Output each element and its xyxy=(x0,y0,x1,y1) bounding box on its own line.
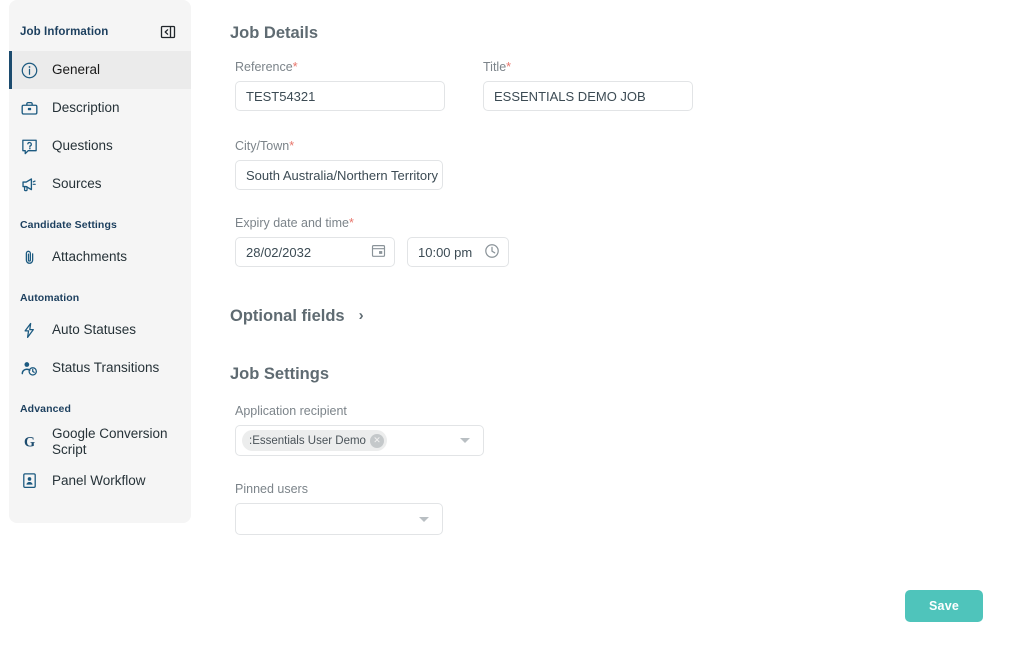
sidebar-item-label: General xyxy=(52,62,101,78)
question-box-icon xyxy=(20,137,46,156)
expiry-row: 28/02/2032 10:00 pm xyxy=(235,237,535,267)
sidebar-item-label: Description xyxy=(52,100,120,116)
sidebar-group-label: Candidate Settings xyxy=(20,219,117,231)
optional-fields-label: Optional fields xyxy=(230,307,345,325)
expiry-time-input[interactable]: 10:00 pm xyxy=(407,237,509,267)
sidebar-item-label: Status Transitions xyxy=(52,360,160,376)
job-details-heading: Job Details xyxy=(230,24,319,42)
sidebar-item-sources[interactable]: Sources xyxy=(9,165,191,203)
main-content: Job Details Reference* TEST54321 Title* … xyxy=(230,0,1024,647)
google-g-icon: G xyxy=(20,432,46,451)
pinned-users-select[interactable] xyxy=(235,503,443,535)
caret-down-icon[interactable] xyxy=(460,438,470,443)
city-town-input[interactable]: South Australia/Northern Territory xyxy=(235,160,443,190)
sidebar-group-automation: Automation Auto Statuses Status Transiti… xyxy=(9,276,191,387)
sidebar-title: Job Information xyxy=(20,26,109,38)
chevron-right-icon[interactable]: › xyxy=(359,308,364,323)
required-marker: * xyxy=(506,60,512,74)
megaphone-icon xyxy=(20,175,46,194)
application-recipient-select[interactable]: :Essentials User Demo ✕ xyxy=(235,425,484,456)
sidebar-item-auto-statuses[interactable]: Auto Statuses xyxy=(9,311,191,349)
field-group-title: Title* ESSENTIALS DEMO JOB xyxy=(483,60,693,111)
title-label: Title* xyxy=(483,60,693,74)
sidebar-item-label: Sources xyxy=(52,176,102,192)
sidebar-item-attachments[interactable]: Attachments xyxy=(9,238,191,276)
expiry-label: Expiry date and time* xyxy=(235,216,535,230)
user-clock-icon xyxy=(20,359,46,378)
expiry-label-text: Expiry date and time xyxy=(235,216,349,230)
sidebar-item-label: Questions xyxy=(52,138,113,154)
optional-fields-toggle[interactable]: Optional fields › xyxy=(230,307,364,326)
sidebar-item-description[interactable]: Description xyxy=(9,89,191,127)
sidebar-group-label: Automation xyxy=(20,292,80,304)
field-group-pinned-users: Pinned users xyxy=(235,482,443,535)
chip-remove-icon[interactable]: ✕ xyxy=(369,433,384,448)
sidebar-item-label: Attachments xyxy=(52,249,128,265)
expiry-date-input[interactable]: 28/02/2032 xyxy=(235,237,395,267)
sidebar-header: Job Information xyxy=(9,0,191,51)
application-recipient-chip: :Essentials User Demo ✕ xyxy=(242,430,387,451)
sidebar-item-google-conversion-script[interactable]: G Google Conversion Script xyxy=(9,422,191,462)
expiry-date-value: 28/02/2032 xyxy=(246,244,312,260)
field-group-reference: Reference* TEST54321 xyxy=(235,60,445,111)
field-group-application-recipient: Application recipient :Essentials User D… xyxy=(235,404,484,456)
panel-collapse-icon[interactable] xyxy=(159,23,177,41)
sidebar-group-advanced: Advanced G Google Conversion Script Pane… xyxy=(9,387,191,500)
calendar-icon[interactable] xyxy=(371,243,386,261)
required-marker: * xyxy=(348,216,354,230)
field-group-expiry: Expiry date and time* 28/02/2032 10:00 p… xyxy=(235,216,535,267)
reference-input[interactable]: TEST54321 xyxy=(235,81,445,111)
sidebar: Job Information General Description Ques… xyxy=(9,0,191,523)
clock-icon[interactable] xyxy=(484,243,500,262)
info-circle-icon xyxy=(20,61,46,80)
id-badge-icon xyxy=(20,471,46,490)
expiry-time-value: 10:00 pm xyxy=(418,244,473,260)
sidebar-group-candidate-settings: Candidate Settings Attachments xyxy=(9,203,191,276)
required-marker: * xyxy=(292,60,298,74)
sidebar-item-panel-workflow[interactable]: Panel Workflow xyxy=(9,462,191,500)
sidebar-group-label: Advanced xyxy=(20,403,71,415)
save-button[interactable]: Save xyxy=(905,590,983,622)
title-input[interactable]: ESSENTIALS DEMO JOB xyxy=(483,81,693,111)
sidebar-group-job-information: General Description Questions Sources xyxy=(9,51,191,203)
title-label-text: Title xyxy=(483,60,507,74)
job-settings-heading: Job Settings xyxy=(230,365,330,383)
sidebar-item-status-transitions[interactable]: Status Transitions xyxy=(9,349,191,387)
pinned-users-label: Pinned users xyxy=(235,482,308,496)
svg-text:G: G xyxy=(24,435,35,451)
city-town-label: City/Town* xyxy=(235,139,443,153)
lightning-bolt-icon xyxy=(20,321,46,340)
field-group-city-town: City/Town* South Australia/Northern Terr… xyxy=(235,139,443,190)
sidebar-item-label: Panel Workflow xyxy=(52,472,146,488)
required-marker: * xyxy=(289,139,295,153)
sidebar-item-questions[interactable]: Questions xyxy=(9,127,191,165)
sidebar-item-label: Auto Statuses xyxy=(52,322,137,338)
reference-label: Reference* xyxy=(235,60,445,74)
paperclip-icon xyxy=(20,248,46,267)
reference-label-text: Reference xyxy=(235,60,293,74)
briefcase-icon xyxy=(20,99,46,118)
sidebar-item-general[interactable]: General xyxy=(9,51,191,89)
application-recipient-label: Application recipient xyxy=(235,404,347,418)
sidebar-item-label: Google Conversion Script xyxy=(52,426,168,457)
city-town-label-text: City/Town xyxy=(235,139,290,153)
caret-down-icon[interactable] xyxy=(419,516,429,522)
chip-label: :Essentials User Demo xyxy=(249,434,366,447)
